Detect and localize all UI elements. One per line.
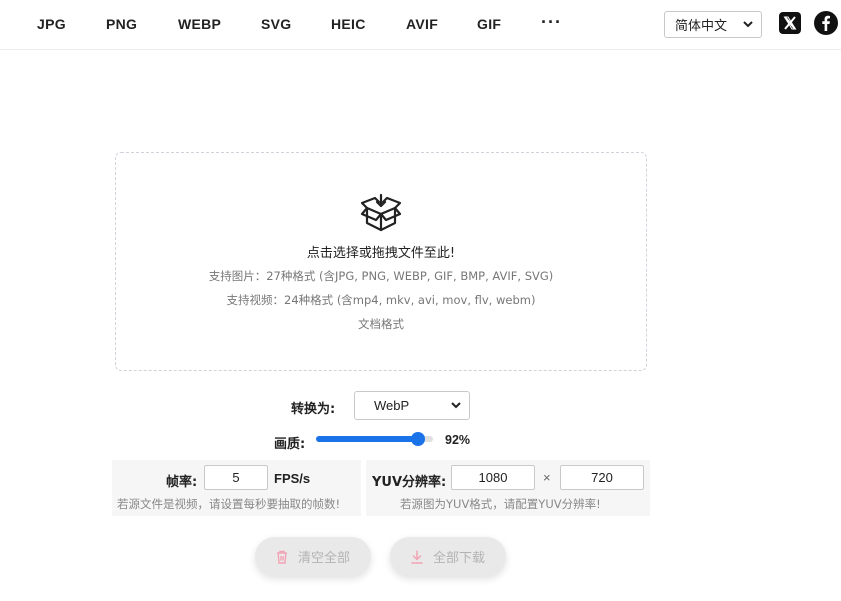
chevron-down-icon (743, 21, 753, 28)
clear-all-label: 清空全部 (297, 551, 350, 566)
dropzone-title: 点击选择或拖拽文件至此! (306, 246, 456, 261)
chevron-down-icon (451, 402, 461, 409)
supported-images-text: 支持图片：27种格式 (含JPG, PNG, WEBP, GIF, BMP, A… (208, 269, 554, 283)
quality-value: 92% (445, 433, 471, 447)
framerate-unit: FPS/s (274, 471, 311, 486)
clear-all-button[interactable]: 清空全部 (255, 537, 371, 576)
nav-item-jpg[interactable]: JPG (37, 16, 66, 32)
yuv-hint: 若源图为YUV格式，请配置YUV分辨率! (400, 497, 601, 511)
open-box-upload-icon (360, 193, 402, 232)
file-drop-zone[interactable]: 点击选择或拖拽文件至此! 支持图片：27种格式 (含JPG, PNG, WEBP… (115, 152, 647, 371)
quality-label: 画质: (274, 437, 306, 452)
nav-item-gif[interactable]: GIF (477, 16, 501, 32)
nav-item-webp[interactable]: WEBP (178, 16, 221, 32)
yuv-width-input[interactable]: 1080 (451, 465, 535, 490)
convert-to-label: 转换为: (291, 402, 336, 417)
output-format-select[interactable]: WebP (354, 391, 470, 420)
nav-item-heic[interactable]: HEIC (331, 16, 366, 32)
download-all-label: 全部下载 (432, 551, 485, 566)
yuv-separator: × (543, 470, 551, 485)
yuv-height-input[interactable]: 720 (560, 465, 644, 490)
download-all-button[interactable]: 全部下载 (390, 537, 506, 576)
language-select[interactable]: 简体中文 (664, 11, 762, 38)
yuv-label: YUV分辨率: (372, 475, 447, 490)
slider-thumb[interactable] (410, 432, 425, 446)
nav-item-svg[interactable]: SVG (261, 16, 291, 32)
framerate-input[interactable]: 5 (204, 465, 268, 490)
framerate-hint: 若源文件是视频，请设置每秒要抽取的帧数! (117, 497, 341, 511)
x-logo-icon[interactable] (779, 12, 801, 34)
quality-slider[interactable] (316, 432, 433, 446)
output-format-value: WebP (374, 398, 410, 413)
top-navigation-bar: JPG PNG WEBP SVG HEIC AVIF GIF ··· 简体中文 (0, 0, 841, 50)
facebook-icon[interactable] (814, 11, 838, 35)
nav-item-avif[interactable]: AVIF (406, 16, 438, 32)
nav-item-png[interactable]: PNG (106, 16, 137, 32)
download-icon (411, 549, 423, 564)
slider-fill (316, 436, 418, 442)
supported-videos-text: 支持视频：24种格式 (含mp4, mkv, avi, mov, flv, we… (226, 293, 536, 307)
framerate-label: 帧率: (166, 475, 198, 490)
trash-icon (276, 550, 288, 564)
supported-docs-text: 文档格式 (358, 317, 404, 331)
language-selected-value: 简体中文 (675, 19, 728, 34)
more-menu-button[interactable]: ··· (541, 12, 562, 33)
